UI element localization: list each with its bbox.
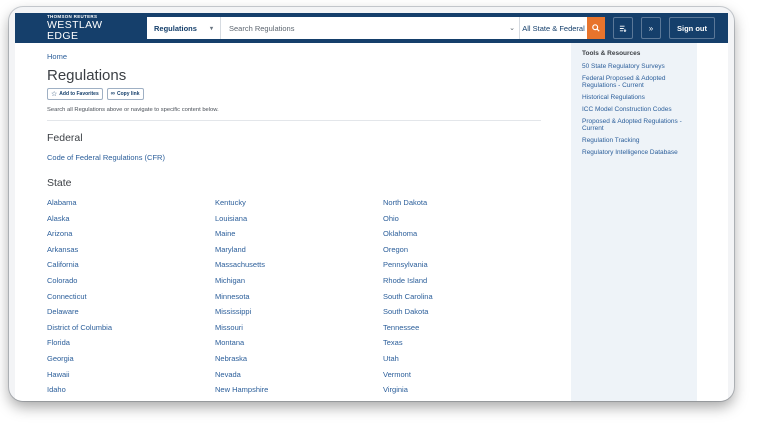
state-heading: State [47, 177, 72, 189]
state-link[interactable]: Maine [215, 226, 383, 242]
main-content: Home Regulations ☆ Add to Favorites ∞ Co… [47, 43, 541, 398]
state-link[interactable]: Utah [383, 351, 541, 367]
more-button[interactable]: » [641, 17, 661, 39]
state-link[interactable]: Rhode Island [383, 273, 541, 289]
copy-link-button[interactable]: ∞ Copy link [106, 88, 144, 100]
state-link[interactable]: Massachusetts [215, 257, 383, 273]
state-link[interactable]: Idaho [47, 382, 215, 398]
state-link[interactable]: Michigan [215, 273, 383, 289]
brand-main: WESTLAW EDGE [47, 19, 103, 42]
state-link[interactable]: Louisiana [215, 211, 383, 227]
state-link[interactable]: South Dakota [383, 304, 541, 320]
tools-panel: Tools & Resources 50 State Regulatory Su… [571, 43, 697, 401]
state-link[interactable]: Ohio [383, 211, 541, 227]
state-link[interactable]: Alaska [47, 211, 215, 227]
tools-link[interactable]: 50 State Regulatory Surveys [582, 63, 686, 71]
state-link[interactable]: Delaware [47, 304, 215, 320]
state-link[interactable]: Kentucky [215, 195, 383, 211]
state-link[interactable]: Maryland [215, 242, 383, 258]
state-link[interactable]: Alabama [47, 195, 215, 211]
star-icon: ☆ [51, 91, 58, 98]
westlaw-logo[interactable]: THOMSON REUTERS WESTLAW EDGE [47, 14, 135, 42]
state-link[interactable]: Florida [47, 335, 215, 351]
state-link[interactable]: Nebraska [215, 351, 383, 367]
category-value: Regulations [154, 23, 197, 33]
state-link[interactable]: California [47, 257, 215, 273]
state-link[interactable]: Pennsylvania [383, 257, 541, 273]
double-chevron-icon: » [648, 23, 654, 33]
tools-link[interactable]: Regulation Tracking [582, 137, 686, 145]
chevron-down-icon[interactable]: ⌄ [505, 17, 519, 39]
page-hint: Search all Regulations above or navigate… [47, 107, 219, 113]
history-icon [619, 25, 627, 32]
device-frame: THOMSON REUTERS WESTLAW EDGE Regulations… [9, 7, 734, 401]
sign-out-button[interactable]: Sign out [669, 17, 715, 39]
state-link[interactable]: South Carolina [383, 289, 541, 305]
state-link[interactable]: North Dakota [383, 195, 541, 211]
tools-link[interactable]: Historical Regulations [582, 94, 686, 102]
state-link[interactable]: Oregon [383, 242, 541, 258]
state-link[interactable]: Virginia [383, 382, 541, 398]
state-link[interactable]: Arkansas [47, 242, 215, 258]
state-link[interactable]: Texas [383, 335, 541, 351]
state-link[interactable]: New Hampshire [215, 382, 383, 398]
state-link[interactable]: Colorado [47, 273, 215, 289]
tools-link[interactable]: Proposed & Adopted Regulations - Current [582, 118, 686, 133]
add-to-favorites-button[interactable]: ☆ Add to Favorites [47, 88, 103, 100]
tools-list: 50 State Regulatory Surveys Federal Propo… [582, 63, 686, 156]
search-input[interactable] [221, 17, 505, 39]
state-link[interactable]: Minnesota [215, 289, 383, 305]
state-link[interactable]: Missouri [215, 320, 383, 336]
state-link[interactable]: Oklahoma [383, 226, 541, 242]
state-link[interactable]: Hawaii [47, 367, 215, 383]
state-list: Alabama Kentucky North Dakota Alaska Louisia… [47, 195, 541, 398]
state-link[interactable]: Connecticut [47, 289, 215, 305]
state-link[interactable]: Georgia [47, 351, 215, 367]
page-actions: ☆ Add to Favorites ∞ Copy link [47, 88, 541, 100]
jurisdiction-selector[interactable]: All State & Federal [519, 17, 587, 39]
page-title: Regulations [47, 67, 127, 84]
tools-title: Tools & Resources [582, 50, 641, 57]
history-button[interactable] [613, 17, 633, 39]
state-link[interactable]: Mississippi [215, 304, 383, 320]
category-select[interactable]: Regulations ▾ [147, 17, 221, 39]
tools-link[interactable]: Regulatory Intelligence Database [582, 149, 686, 157]
browser-screen: THOMSON REUTERS WESTLAW EDGE Regulations… [15, 13, 728, 401]
breadcrumb-home[interactable]: Home [47, 52, 541, 61]
copy-link-label: Copy link [117, 91, 140, 97]
divider [47, 120, 541, 121]
tools-link[interactable]: Federal Proposed & Adopted Regulations -… [582, 75, 686, 90]
state-link[interactable]: Montana [215, 335, 383, 351]
cfr-link[interactable]: Code of Federal Regulations (CFR) [47, 153, 541, 162]
search-button[interactable] [587, 17, 605, 39]
state-link[interactable]: Vermont [383, 367, 541, 383]
search-icon [592, 24, 600, 32]
header-bar: THOMSON REUTERS WESTLAW EDGE Regulations… [15, 13, 728, 43]
tools-link[interactable]: ICC Model Construction Codes [582, 106, 686, 114]
state-link[interactable]: Arizona [47, 226, 215, 242]
state-link[interactable]: District of Columbia [47, 320, 215, 336]
federal-heading: Federal [47, 132, 83, 144]
add-favorites-label: Add to Favorites [59, 91, 99, 97]
chevron-down-icon: ▾ [209, 25, 213, 32]
state-link[interactable]: Tennessee [383, 320, 541, 336]
link-icon: ∞ [110, 91, 116, 97]
state-link[interactable]: Nevada [215, 367, 383, 383]
